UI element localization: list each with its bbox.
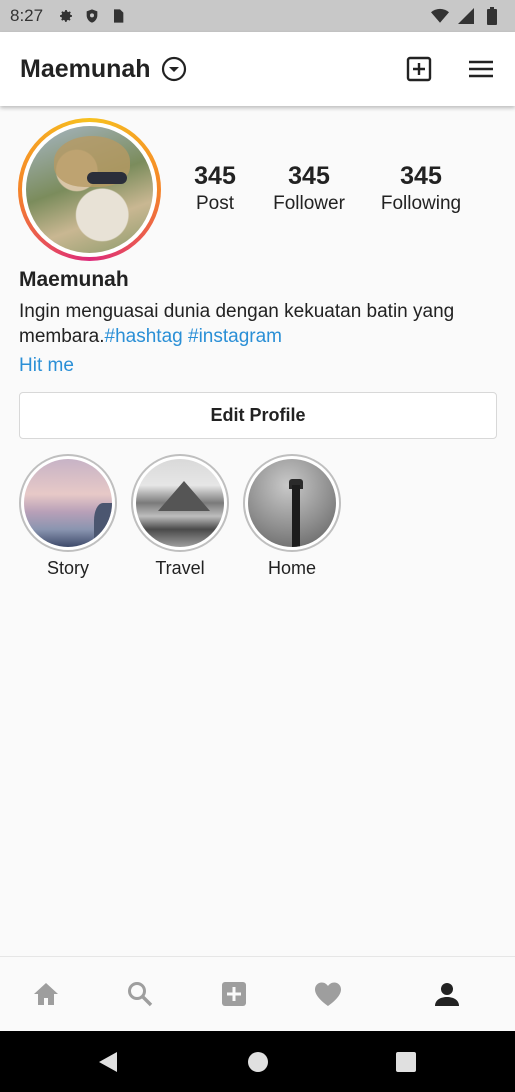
profile-bio: Ingin menguasai dunia dengan kekuatan ba… xyxy=(19,299,499,349)
highlight-label: Home xyxy=(267,558,316,578)
battery-icon xyxy=(483,7,501,25)
stat-label: Following xyxy=(380,193,462,214)
highlight-label: Story xyxy=(46,558,89,578)
profile-name: Maemunah xyxy=(19,268,129,291)
status-bar: 8:27 xyxy=(0,0,515,32)
highlight-thumbnail xyxy=(248,459,336,547)
highlight-story[interactable]: Story xyxy=(18,454,118,579)
avatar-photo xyxy=(26,126,153,253)
add-box-icon[interactable] xyxy=(405,55,433,83)
wifi-icon xyxy=(431,7,449,25)
system-nav-bar xyxy=(0,1031,515,1092)
menu-icon[interactable] xyxy=(467,55,495,83)
highlight-label: Travel xyxy=(155,558,205,578)
stat-following[interactable]: 345 Following xyxy=(370,162,472,215)
hashtag-link[interactable]: #hashtag xyxy=(105,326,183,347)
stat-followers[interactable]: 345 Follower xyxy=(263,162,355,215)
home-icon[interactable] xyxy=(31,979,61,1009)
story-highlights: Story Travel Home xyxy=(0,454,515,584)
add-icon[interactable] xyxy=(219,979,249,1009)
back-icon[interactable] xyxy=(97,1051,119,1073)
profile-link[interactable]: Hit me xyxy=(19,355,74,377)
chevron-down-circle-icon[interactable] xyxy=(161,56,187,82)
account-title[interactable]: Maemunah xyxy=(20,55,151,84)
stat-value: 345 xyxy=(194,162,236,190)
stat-posts[interactable]: 345 Post xyxy=(180,162,250,215)
avatar[interactable] xyxy=(18,118,161,261)
sim-card-icon xyxy=(109,7,127,25)
highlight-thumbnail xyxy=(24,459,112,547)
stat-value: 345 xyxy=(400,162,442,190)
edit-profile-button[interactable]: Edit Profile xyxy=(19,392,497,439)
hashtag-link[interactable]: #instagram xyxy=(188,326,282,347)
app-bar: Maemunah xyxy=(0,32,515,106)
bottom-nav xyxy=(0,956,515,1031)
stat-label: Follower xyxy=(273,193,345,214)
shield-icon xyxy=(83,7,101,25)
stat-value: 345 xyxy=(288,162,330,190)
heart-icon[interactable] xyxy=(313,979,343,1009)
profile-icon[interactable] xyxy=(432,979,462,1009)
highlight-travel[interactable]: Travel xyxy=(130,454,230,579)
stat-label: Post xyxy=(195,193,235,214)
signal-icon xyxy=(457,7,475,25)
gear-icon xyxy=(57,7,75,25)
status-time: 8:27 xyxy=(10,6,44,25)
recents-icon[interactable] xyxy=(395,1051,417,1073)
highlight-thumbnail xyxy=(136,459,224,547)
highlight-home[interactable]: Home xyxy=(242,454,342,579)
home-button-icon[interactable] xyxy=(247,1051,269,1073)
search-icon[interactable] xyxy=(125,979,155,1009)
